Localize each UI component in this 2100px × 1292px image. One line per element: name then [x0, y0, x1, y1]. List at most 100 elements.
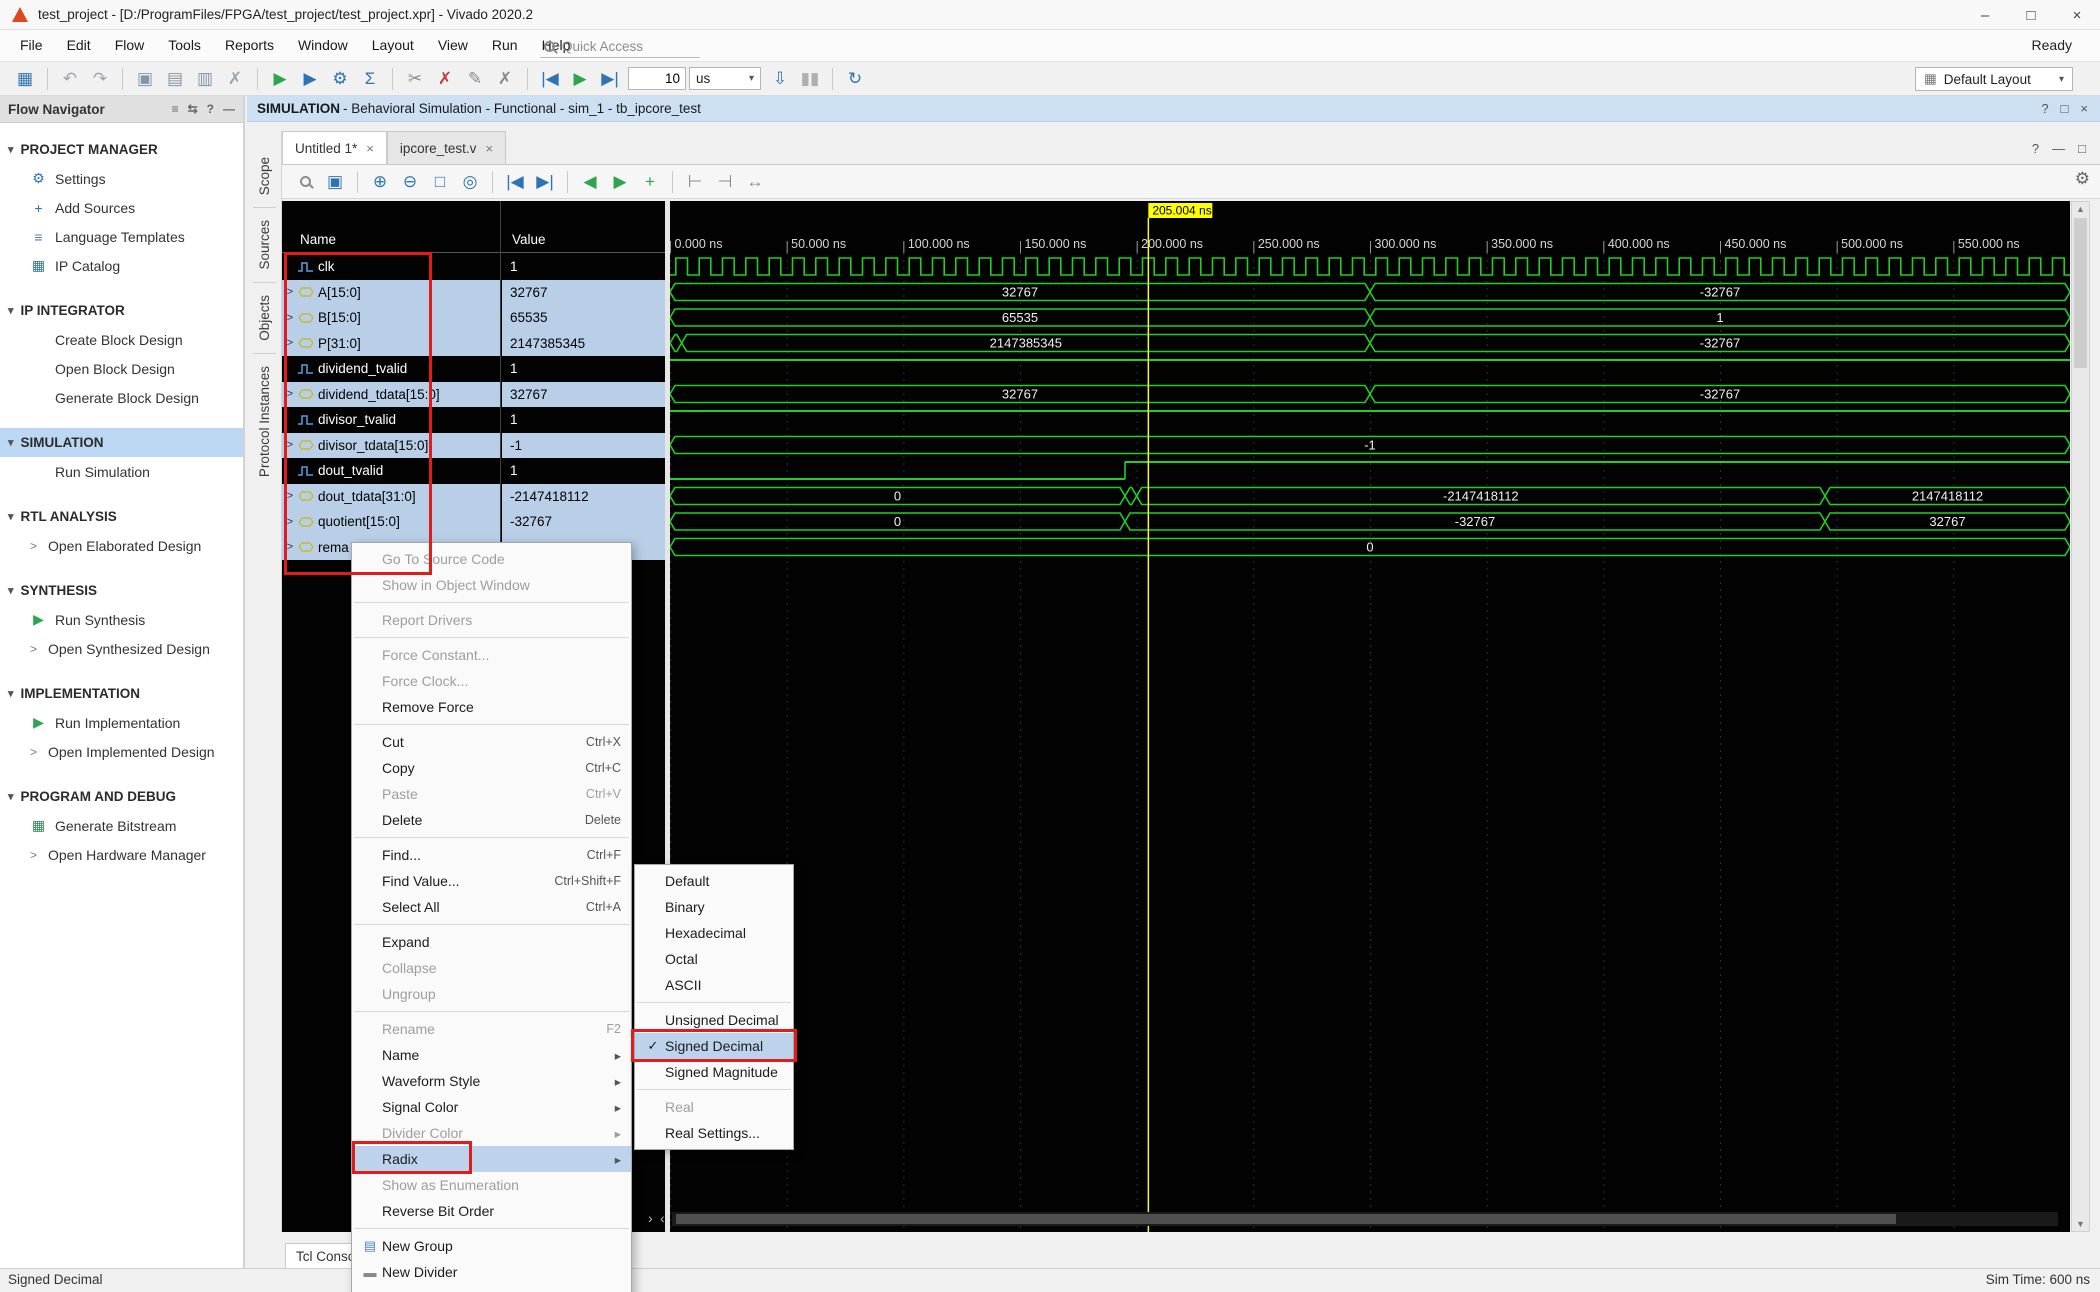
- scrollbar-thumb[interactable]: [2074, 218, 2087, 368]
- menu-item-force-clock[interactable]: Force Clock...: [352, 668, 631, 694]
- dock-icon[interactable]: ⇆: [188, 102, 198, 116]
- swap-cursors-icon[interactable]: ↔: [740, 169, 770, 195]
- minimize-button[interactable]: –: [1962, 0, 2008, 30]
- menu-item-new-divider[interactable]: ▬New Divider: [352, 1259, 631, 1285]
- sum-icon[interactable]: Σ: [355, 66, 385, 92]
- flow-item-create-block-design[interactable]: Create Block Design: [0, 325, 243, 354]
- menu-item-name[interactable]: Name▸: [352, 1042, 631, 1068]
- menu-item-new-group[interactable]: ▤New Group: [352, 1233, 631, 1259]
- redo-icon[interactable]: ↷: [85, 66, 115, 92]
- signal-value-cell-dout-tdata-31-0[interactable]: -2147418112: [502, 484, 665, 510]
- collapse-arrow-icon[interactable]: ▾: [8, 436, 14, 449]
- snap-right-icon[interactable]: ⊣: [710, 169, 740, 195]
- run-all-icon[interactable]: ▶: [295, 66, 325, 92]
- signal-value-cell-b-15-0[interactable]: 65535: [502, 305, 665, 331]
- scroll-left-icon[interactable]: ‹: [660, 1210, 665, 1226]
- menu-item-octal[interactable]: Octal: [635, 946, 793, 972]
- menu-item-hexadecimal[interactable]: Hexadecimal: [635, 920, 793, 946]
- signal-value-cell-divisor-tvalid[interactable]: 1: [502, 407, 665, 433]
- collapse-panel-icon[interactable]: —: [2052, 141, 2065, 156]
- menu-layout[interactable]: Layout: [360, 30, 426, 61]
- collapse-arrow-icon[interactable]: ▾: [8, 790, 14, 803]
- flow-item-settings[interactable]: ⚙Settings: [0, 164, 243, 193]
- signal-value-cell-quotient-15-0[interactable]: -32767: [502, 509, 665, 535]
- vertical-scrollbar[interactable]: ▲ ▼: [2071, 201, 2090, 1232]
- menu-item-ascii[interactable]: ASCII: [635, 972, 793, 998]
- menu-item-waveform-style[interactable]: Waveform Style▸: [352, 1068, 631, 1094]
- flow-item-run-simulation[interactable]: Run Simulation: [0, 457, 243, 486]
- menu-item-show-as-enumeration[interactable]: Show as Enumeration: [352, 1172, 631, 1198]
- help-icon[interactable]: ?: [2032, 141, 2039, 156]
- restart-icon[interactable]: |◀: [535, 66, 565, 92]
- goto-end-icon[interactable]: ▶|: [530, 169, 560, 195]
- menu-item-select-all[interactable]: Select AllCtrl+A: [352, 894, 631, 920]
- zoom-to-cursor-icon[interactable]: ◎: [455, 169, 485, 195]
- flow-section-header-project-manager[interactable]: ▾PROJECT MANAGER: [0, 135, 243, 164]
- wave-settings-gear-icon[interactable]: ⚙: [2075, 169, 2090, 189]
- menu-item-reverse-bit-order[interactable]: Reverse Bit Order: [352, 1198, 631, 1224]
- menu-item-real[interactable]: Real: [635, 1094, 793, 1120]
- signal-value-cell-a-15-0[interactable]: 32767: [502, 280, 665, 306]
- wave-dout-tdata-31-0[interactable]: 0-21474181122147418112: [670, 488, 2070, 505]
- flow-item-add-sources[interactable]: +Add Sources: [0, 193, 243, 222]
- zoom-in-icon[interactable]: ⊕: [365, 169, 395, 195]
- run-icon[interactable]: ▶: [265, 66, 295, 92]
- next-transition-icon[interactable]: ▶: [605, 169, 635, 195]
- menu-item-paste[interactable]: PasteCtrl+V: [352, 781, 631, 807]
- menu-run[interactable]: Run: [480, 30, 530, 61]
- sim-time-input[interactable]: [628, 67, 686, 90]
- menu-window[interactable]: Window: [286, 30, 360, 61]
- wave-a-15-0[interactable]: 32767-32767: [670, 284, 2070, 301]
- dashboard-icon[interactable]: ▦: [10, 66, 40, 92]
- menu-item-rename[interactable]: RenameF2: [352, 1016, 631, 1042]
- menu-reports[interactable]: Reports: [213, 30, 286, 61]
- tab-untitled-1[interactable]: Untitled 1*×: [282, 131, 387, 164]
- close-icon[interactable]: ×: [366, 141, 374, 156]
- menu-item-force-constant[interactable]: Force Constant...: [352, 642, 631, 668]
- scroll-right-icon[interactable]: ›: [648, 1210, 653, 1226]
- menu-item-show-in-object-window[interactable]: Show in Object Window: [352, 572, 631, 598]
- signal-value-cell-divisor-tdata-15-0[interactable]: -1: [502, 433, 665, 459]
- signal-value-cell-dividend-tvalid[interactable]: 1: [502, 356, 665, 382]
- close-icon[interactable]: ✗: [490, 66, 520, 92]
- horizontal-scrollbar[interactable]: [672, 1212, 2058, 1226]
- paste-icon[interactable]: ▥: [190, 66, 220, 92]
- flow-section-header-ip-integrator[interactable]: ▾IP INTEGRATOR: [0, 296, 243, 325]
- flow-item-run-implementation[interactable]: ▶Run Implementation: [0, 708, 243, 737]
- step-icon[interactable]: ▶|: [595, 66, 625, 92]
- flow-section-header-synthesis[interactable]: ▾SYNTHESIS: [0, 576, 243, 605]
- collapse-arrow-icon[interactable]: ▾: [8, 687, 14, 700]
- prev-transition-icon[interactable]: ◀: [575, 169, 605, 195]
- close-icon[interactable]: ×: [2080, 101, 2088, 116]
- menu-flow[interactable]: Flow: [103, 30, 157, 61]
- menu-item-find-value[interactable]: Find Value...Ctrl+Shift+F: [352, 868, 631, 894]
- flow-item-open-block-design[interactable]: Open Block Design: [0, 354, 243, 383]
- run-sim-icon[interactable]: ▶: [565, 66, 595, 92]
- flow-item-generate-block-design[interactable]: Generate Block Design: [0, 383, 243, 412]
- flow-section-header-program-and-debug[interactable]: ▾PROGRAM AND DEBUG: [0, 782, 243, 811]
- snap-left-icon[interactable]: ⊢: [680, 169, 710, 195]
- collapse-arrow-icon[interactable]: ▾: [8, 304, 14, 317]
- help-icon[interactable]: ?: [207, 102, 214, 116]
- menu-item-report-drivers[interactable]: Report Drivers: [352, 607, 631, 633]
- duplicate-icon[interactable]: ▤: [160, 66, 190, 92]
- menu-file[interactable]: File: [8, 30, 55, 61]
- menu-item-default[interactable]: Default: [635, 868, 793, 894]
- menu-item-expand[interactable]: Expand: [352, 929, 631, 955]
- wave-divisor-tdata-15-0[interactable]: -1: [670, 437, 2070, 454]
- side-tab-sources[interactable]: Sources: [257, 208, 272, 282]
- help-icon[interactable]: ?: [2041, 101, 2048, 116]
- menu-item-new-virtual-bus[interactable]: ▤New Virtual Bus: [352, 1285, 631, 1292]
- scrollbar-thumb[interactable]: [676, 1214, 1896, 1224]
- flow-item-generate-bitstream[interactable]: ▦Generate Bitstream: [0, 811, 243, 840]
- menu-item-copy[interactable]: CopyCtrl+C: [352, 755, 631, 781]
- flow-item-open-elaborated-design[interactable]: >Open Elaborated Design: [0, 531, 243, 560]
- undo-icon[interactable]: ↶: [55, 66, 85, 92]
- menu-edit[interactable]: Edit: [55, 30, 103, 61]
- minimize-icon[interactable]: —: [223, 102, 235, 116]
- add-marker-icon[interactable]: +: [635, 169, 665, 195]
- menu-item-remove-force[interactable]: Remove Force: [352, 694, 631, 720]
- save-waveform-icon[interactable]: ▣: [320, 169, 350, 195]
- menu-item-delete[interactable]: DeleteDelete: [352, 807, 631, 833]
- close-icon[interactable]: ×: [485, 141, 493, 156]
